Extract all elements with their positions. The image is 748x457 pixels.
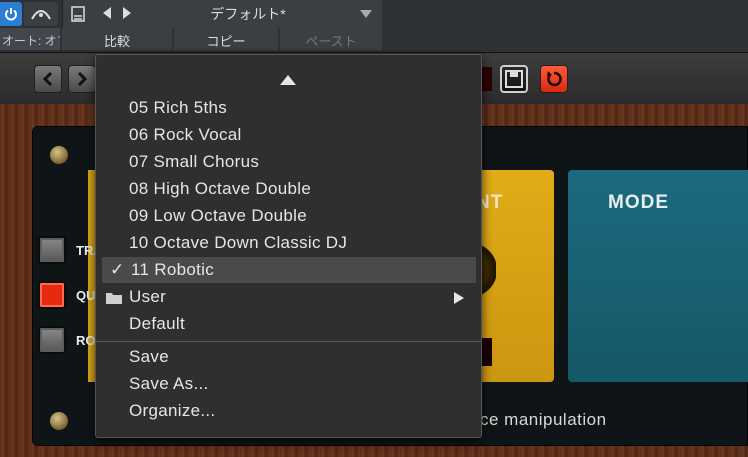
save-preset-button[interactable] [500, 65, 528, 93]
plugin-prev-button[interactable] [34, 65, 62, 93]
menu-item[interactable]: 06 Rock Vocal [102, 122, 476, 148]
plugin-next-button[interactable] [68, 65, 96, 93]
organize-menu-item[interactable]: Organize... [102, 398, 476, 424]
save-icon [505, 70, 523, 88]
chevron-left-icon [42, 71, 53, 87]
folder-icon [106, 293, 122, 304]
reset-button[interactable] [540, 65, 568, 93]
robot-switch[interactable] [38, 326, 66, 354]
automation-status[interactable]: オート: オフ [0, 28, 60, 50]
host-toolbar: デフォルト* オート: オフ 比較 コピー ペースト [0, 0, 748, 52]
host-toolbar-row-2: オート: オフ 比較 コピー ペースト [0, 28, 382, 52]
transpose-switch[interactable] [38, 236, 66, 264]
screw-icon [50, 412, 68, 430]
scroll-up-icon[interactable] [280, 75, 296, 85]
preset-selector[interactable]: デフォルト* [62, 0, 382, 28]
menu-item-user-folder[interactable]: User [102, 284, 476, 310]
save-menu-item[interactable]: Save [102, 344, 476, 370]
paste-button[interactable]: ペースト [280, 28, 382, 50]
checkmark-icon: ✓ [110, 260, 125, 279]
menu-item[interactable]: 05 Rich 5ths [102, 95, 476, 121]
compare-button[interactable]: 比較 [62, 28, 172, 50]
power-button[interactable] [0, 2, 22, 26]
mode-panel: MODE [568, 170, 748, 382]
menu-item[interactable]: 09 Low Octave Double [102, 203, 476, 229]
preset-name[interactable]: デフォルト* [143, 4, 383, 24]
menu-separator [96, 341, 481, 342]
menu-item[interactable]: 07 Small Chorus [102, 149, 476, 175]
reset-icon [547, 71, 562, 87]
menu-item[interactable]: 10 Octave Down Classic DJ [102, 230, 476, 256]
chevron-right-icon [77, 71, 88, 87]
screw-icon [50, 146, 68, 164]
next-preset-icon[interactable] [121, 6, 133, 20]
host-toolbar-row: デフォルト* [0, 0, 748, 28]
menu-item-label: 11 Robotic [131, 260, 215, 279]
menu-item[interactable]: 08 High Octave Double [102, 176, 476, 202]
preset-menu: 05 Rich 5ths 06 Rock Vocal 07 Small Chor… [95, 54, 482, 438]
plugin-tagline: ce manipulation [480, 410, 607, 429]
document-icon[interactable] [71, 6, 85, 22]
power-icon [5, 8, 17, 21]
quantize-switch[interactable] [38, 281, 66, 309]
chevron-down-icon[interactable] [360, 10, 372, 18]
curve-icon [31, 10, 51, 20]
menu-item-selected[interactable]: ✓ 11 Robotic [102, 257, 476, 283]
menu-item[interactable]: Default [102, 311, 476, 337]
automation-curve-button[interactable] [24, 2, 58, 26]
mode-title: MODE [608, 192, 669, 213]
save-as-menu-item[interactable]: Save As... [102, 371, 476, 397]
chevron-right-icon [454, 292, 464, 304]
previous-preset-icon[interactable] [101, 6, 113, 20]
copy-button[interactable]: コピー [174, 28, 278, 50]
menu-item-label: User [129, 287, 167, 306]
